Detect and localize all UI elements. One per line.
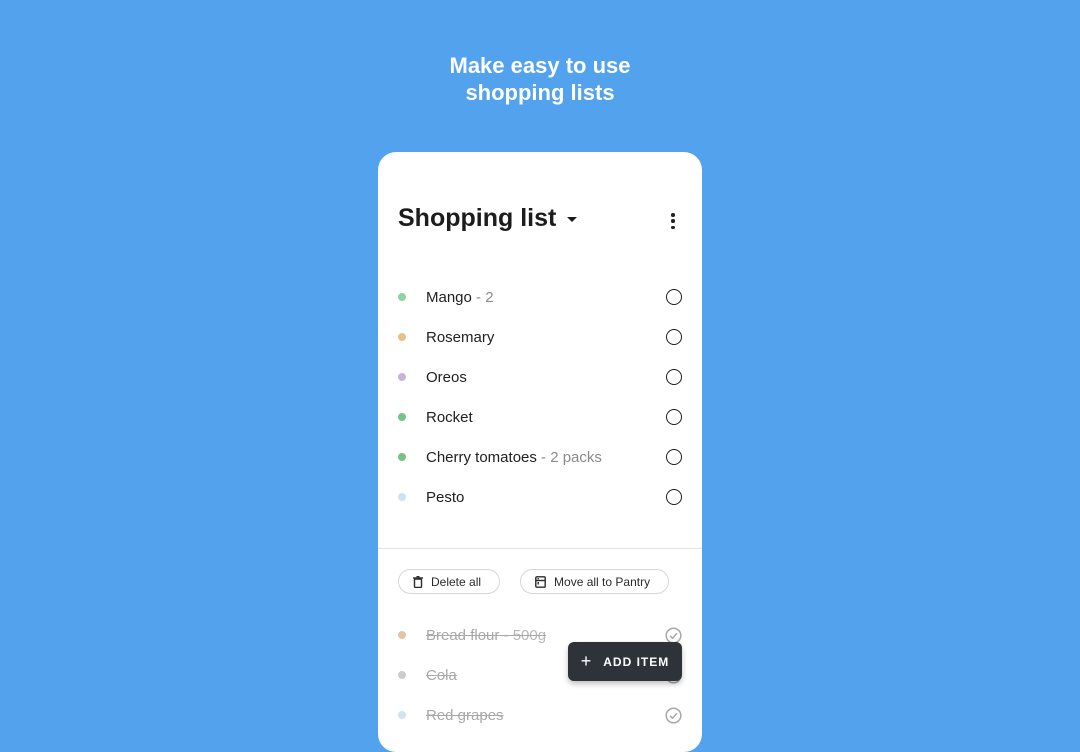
- item-name: Rocket: [426, 408, 473, 426]
- bulk-actions: Delete all Move all to Pantry: [398, 569, 670, 594]
- headline-line-1: Make easy to use: [449, 53, 631, 78]
- add-item-label: ADD ITEM: [603, 654, 670, 669]
- completed-list-item[interactable]: Red grapes: [378, 695, 702, 735]
- category-dot: [398, 493, 406, 501]
- checkbox-circle-icon[interactable]: [666, 409, 682, 425]
- item-name: Pesto: [426, 488, 465, 506]
- item-name: Mango: [426, 288, 472, 306]
- list-item[interactable]: Mango - 2: [378, 277, 702, 317]
- pantry-icon: [535, 575, 546, 588]
- trash-icon: [413, 575, 423, 588]
- category-dot: [398, 293, 406, 301]
- list-item[interactable]: Rosemary: [378, 317, 702, 357]
- delete-all-button[interactable]: Delete all: [398, 569, 501, 594]
- item-name: Cola: [426, 666, 457, 684]
- category-dot: [398, 413, 406, 421]
- item-qty: - 500g: [499, 626, 547, 644]
- shopping-items: Mango - 2 Rosemary Oreos Rocket Cherry t…: [378, 277, 702, 517]
- item-name: Bread flour: [426, 626, 500, 644]
- item-name: Oreos: [426, 368, 467, 386]
- checkbox-circle-icon[interactable]: [666, 489, 682, 505]
- list-selector[interactable]: Shopping list: [398, 204, 578, 233]
- category-dot: [398, 711, 406, 719]
- add-item-button[interactable]: + ADD ITEM: [568, 642, 682, 681]
- move-all-label: Move all to Pantry: [554, 574, 651, 589]
- delete-all-label: Delete all: [431, 574, 482, 589]
- category-dot: [398, 631, 406, 639]
- item-name: Rosemary: [426, 328, 495, 346]
- checkbox-circle-icon[interactable]: [666, 369, 682, 385]
- category-dot: [398, 373, 406, 381]
- plus-icon: +: [580, 651, 592, 671]
- list-item[interactable]: Oreos: [378, 357, 702, 397]
- checkbox-circle-icon[interactable]: [666, 289, 682, 305]
- move-all-to-pantry-button[interactable]: Move all to Pantry: [520, 569, 670, 594]
- category-dot: [398, 453, 406, 461]
- headline-line-2: shopping lists: [465, 80, 615, 105]
- headline: Make easy to use shopping lists: [0, 52, 1080, 106]
- more-options-icon[interactable]: [670, 213, 676, 229]
- item-qty: - 2: [471, 288, 494, 306]
- item-name: Red grapes: [426, 706, 504, 724]
- list-item[interactable]: Pesto: [378, 477, 702, 517]
- checkbox-circle-icon[interactable]: [666, 329, 682, 345]
- category-dot: [398, 333, 406, 341]
- category-dot: [398, 671, 406, 679]
- caret-down-icon: [567, 217, 578, 222]
- divider: [378, 548, 702, 549]
- list-item[interactable]: Rocket: [378, 397, 702, 437]
- checked-circle-icon[interactable]: [665, 706, 682, 724]
- list-item[interactable]: Cherry tomatoes - 2 packs: [378, 437, 702, 477]
- checkbox-circle-icon[interactable]: [666, 449, 682, 465]
- page-title: Shopping list: [398, 204, 557, 232]
- checked-circle-icon[interactable]: [665, 626, 682, 644]
- item-qty: - 2 packs: [536, 448, 602, 466]
- item-name: Cherry tomatoes: [426, 448, 537, 466]
